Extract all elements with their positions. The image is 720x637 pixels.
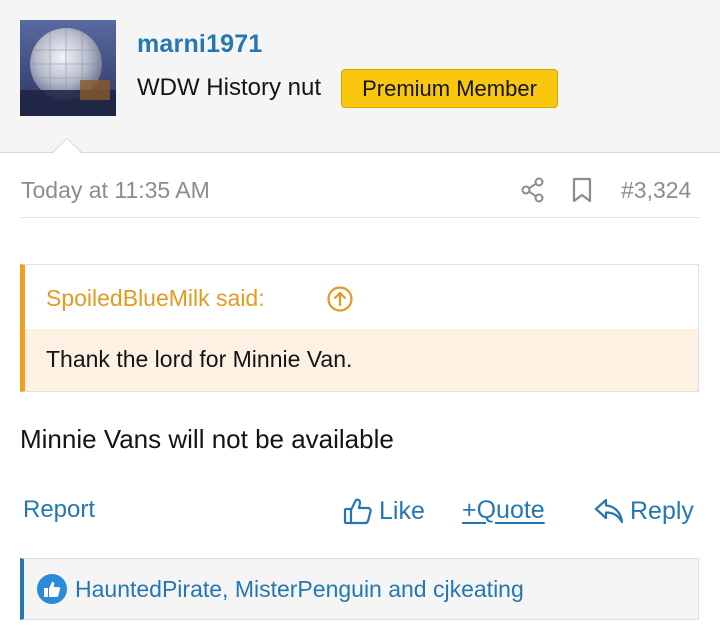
quote-author[interactable]: SpoiledBlueMilk said: <box>46 285 265 312</box>
share-icon[interactable] <box>520 177 546 208</box>
quote-header: SpoiledBlueMilk said: <box>25 265 698 329</box>
divider <box>20 217 700 218</box>
report-link[interactable]: Report <box>23 496 95 524</box>
quote-text: Thank the lord for Minnie Van. <box>46 346 353 372</box>
reactions-list[interactable]: HauntedPirate, MisterPenguin and cjkeati… <box>75 576 524 603</box>
post-timestamp[interactable]: Today at 11:35 AM <box>21 177 210 204</box>
bookmark-icon[interactable] <box>571 177 593 209</box>
quote-block: SpoiledBlueMilk said: Thank the lord for… <box>20 264 699 392</box>
quote-button[interactable]: +Quote <box>462 496 545 525</box>
reply-button[interactable]: Reply <box>594 494 694 528</box>
reply-arrow-icon <box>594 498 624 524</box>
arrow-up-circle-icon[interactable] <box>326 285 354 318</box>
post-number[interactable]: #3,324 <box>621 177 691 204</box>
premium-badge: Premium Member <box>341 69 558 108</box>
header-pointer <box>51 138 83 154</box>
post-body: Minnie Vans will not be available <box>20 424 394 454</box>
thumbs-up-icon <box>343 498 372 525</box>
reply-label: Reply <box>630 496 694 525</box>
avatar[interactable] <box>20 20 116 116</box>
reactions-bar: HauntedPirate, MisterPenguin and cjkeati… <box>20 558 699 620</box>
user-header: marni1971 WDW History nut Premium Member <box>0 0 720 153</box>
user-title: WDW History nut <box>137 74 322 101</box>
like-reaction-icon <box>37 574 67 604</box>
username[interactable]: marni1971 <box>137 30 263 59</box>
like-button[interactable]: Like <box>343 494 425 528</box>
like-label: Like <box>379 496 425 525</box>
